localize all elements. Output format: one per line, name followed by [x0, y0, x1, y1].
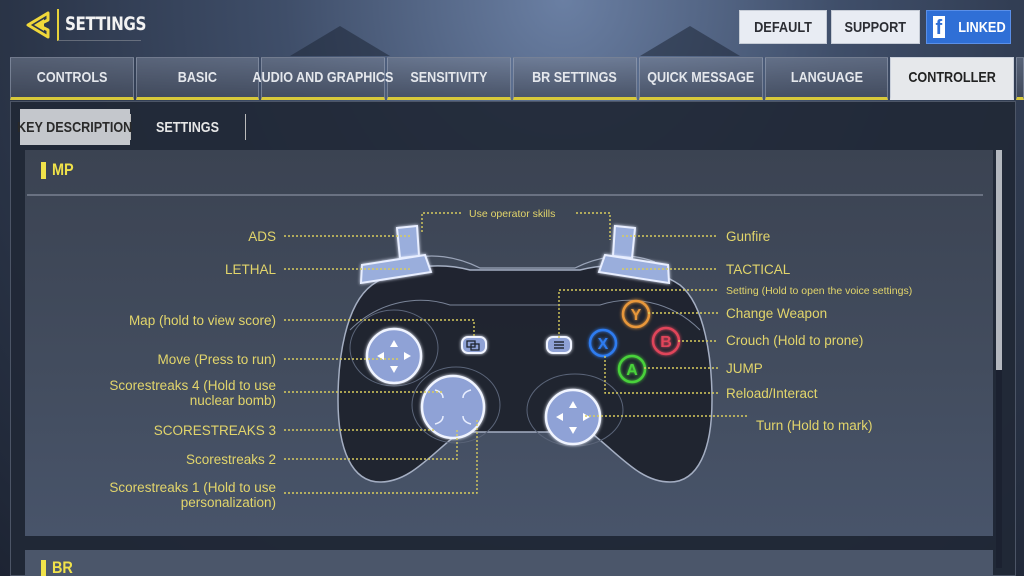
left-stick — [365, 327, 423, 385]
label-line: Scorestreaks 1 (Hold to use — [109, 480, 276, 495]
label-line: Scorestreaks 4 (Hold to use — [109, 378, 276, 393]
left-trigger — [395, 224, 421, 260]
dpad — [420, 374, 486, 440]
label-scorestreaks-4: Scorestreaks 4 (Hold to use nuclear bomb… — [109, 378, 276, 408]
label-scorestreaks-1: Scorestreaks 1 (Hold to use personalizat… — [109, 480, 276, 510]
svg-text:Y: Y — [631, 307, 642, 324]
label-turn: Turn (Hold to mark) — [756, 418, 873, 433]
label-move: Move (Press to run) — [157, 352, 276, 367]
view-button — [461, 336, 487, 354]
label-ads: ADS — [248, 229, 276, 244]
label-scorestreaks-3: SCORESTREAKS 3 — [153, 423, 276, 438]
svg-text:X: X — [598, 336, 609, 353]
menu-button — [546, 336, 572, 354]
right-trigger — [611, 224, 637, 260]
label-gunfire: Gunfire — [726, 229, 771, 244]
label-line: personalization) — [180, 495, 276, 510]
label-lethal: LETHAL — [224, 262, 276, 277]
label-jump: JUMP — [726, 361, 763, 376]
svg-text:B: B — [660, 334, 672, 351]
right-stick — [544, 388, 602, 446]
label-setting: Setting (Hold to open the voice settings… — [726, 285, 913, 297]
label-change-weapon: Change Weapon — [726, 306, 828, 321]
label-map: Map (hold to view score) — [128, 313, 276, 328]
svg-text:A: A — [626, 362, 638, 379]
label-use-operator-skills: Use operator skills — [469, 208, 556, 220]
label-line: nuclear bomb) — [189, 393, 276, 408]
label-crouch: Crouch (Hold to prone) — [726, 333, 864, 348]
label-reload: Reload/Interact — [726, 386, 818, 401]
label-scorestreaks-2: Scorestreaks 2 — [185, 452, 276, 467]
leader-line — [576, 212, 611, 240]
leader-line — [421, 212, 462, 232]
label-tactical: TACTICAL — [726, 262, 791, 277]
